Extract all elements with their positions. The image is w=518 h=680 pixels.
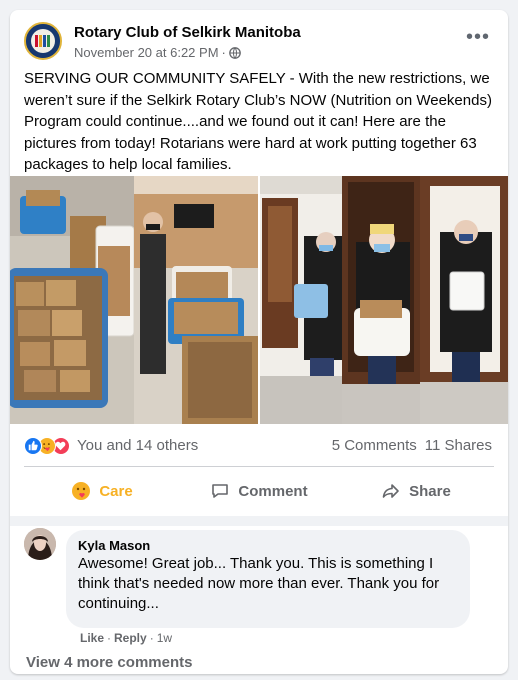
like-icon (24, 437, 42, 455)
page-name[interactable]: Rotary Club of Selkirk Manitoba (74, 24, 301, 41)
post-photos (10, 176, 508, 424)
comment-age[interactable]: 1w (157, 631, 172, 645)
photo-volunteer-with-bins[interactable] (134, 176, 258, 424)
post-header: Rotary Club of Selkirk Manitoba November… (24, 22, 494, 66)
comment-text: Awesome! Great job... Thank you. This is… (78, 555, 440, 612)
care-label: Care (99, 482, 133, 500)
more-options-button[interactable]: ••• (464, 27, 492, 52)
comment-button[interactable]: Comment (181, 473, 337, 509)
globe-icon[interactable] (229, 47, 241, 59)
post-timestamp[interactable]: November 20 at 6:22 PM (74, 45, 219, 60)
comment-label: Comment (238, 482, 308, 500)
divider (24, 466, 494, 467)
post-meta: November 20 at 6:22 PM · (74, 45, 241, 60)
engagement-counts: 5 Comments 11 Shares (324, 437, 492, 454)
view-more-comments-link[interactable]: View 4 more comments (26, 654, 192, 671)
comment-reply-button[interactable]: Reply (114, 631, 147, 645)
share-label: Share (409, 482, 451, 500)
shares-count[interactable]: 11 Shares (425, 437, 492, 454)
reactions-bar: You and 14 others 5 Comments 11 Shares (24, 436, 494, 456)
commenter-avatar[interactable] (24, 528, 56, 560)
comment-like-button[interactable]: Like (80, 631, 104, 645)
comment-author[interactable]: Kyla Mason (78, 538, 150, 553)
comment-bubble: Kyla Mason Awesome! Great job... Thank y… (66, 530, 470, 628)
share-icon (382, 484, 399, 498)
care-icon (72, 482, 91, 500)
comment-actions: Like · Reply · 1w (80, 631, 173, 645)
photo-volunteer-carrying-basket[interactable] (342, 176, 420, 424)
post-actions: Care Comment Share (24, 473, 494, 509)
photo-volunteer-with-crate[interactable] (420, 176, 508, 424)
reactions-summary[interactable]: You and 14 others (77, 437, 198, 454)
care-button[interactable]: Care (24, 473, 180, 509)
comments-separator (10, 516, 508, 526)
post-text: SERVING OUR COMMUNITY SAFELY - With the … (24, 70, 492, 173)
comment-icon (212, 484, 229, 498)
page-avatar[interactable] (24, 22, 62, 60)
comments-count[interactable]: 5 Comments (332, 437, 417, 454)
post-card: Rotary Club of Selkirk Manitoba November… (10, 10, 508, 674)
share-button[interactable]: Share (338, 473, 494, 509)
photo-volunteer-at-door[interactable] (260, 176, 342, 424)
rotary-logo-icon (26, 24, 60, 58)
photo-bags-in-bins[interactable] (10, 176, 134, 424)
